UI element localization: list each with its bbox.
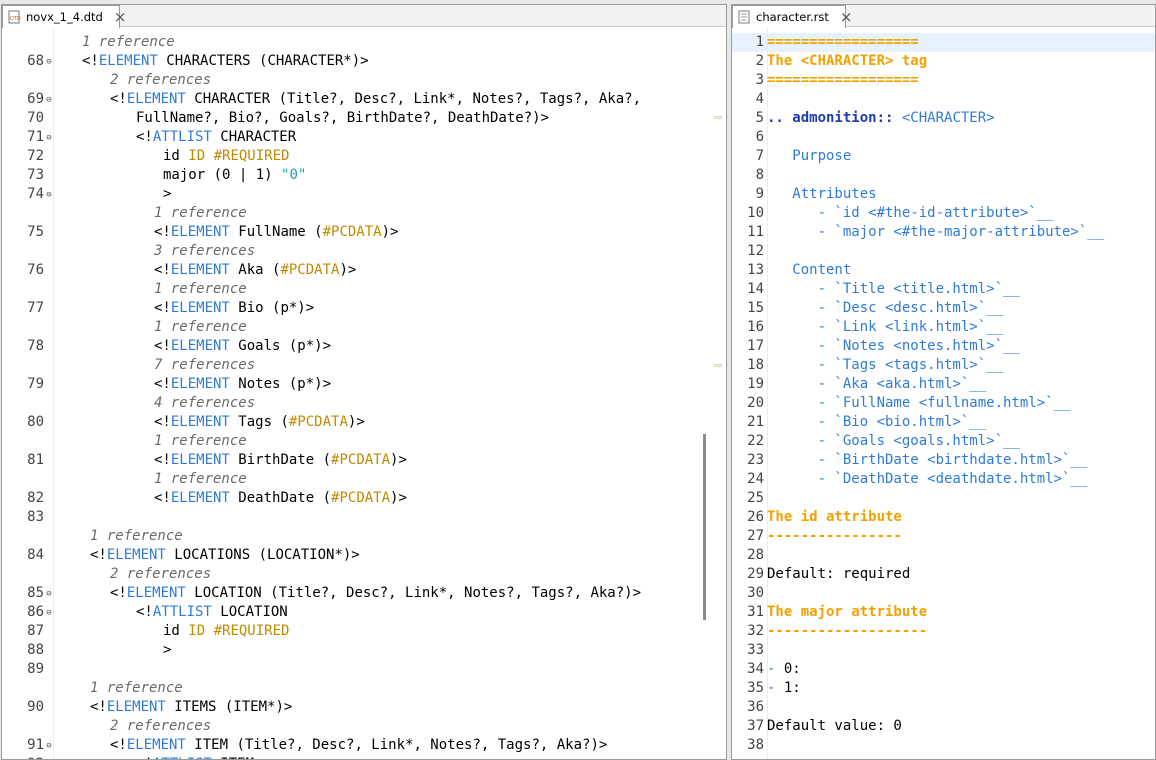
code-line: major (0 | 1) "0": [163, 167, 307, 183]
code-line: .. admonition:: <CHARACTER>: [767, 110, 995, 126]
code-line: - `major <#the-major-attribute>`__: [767, 224, 1105, 240]
right-tab-bar: character.rst ×: [732, 5, 1155, 28]
code-line: <!ATTLIST ITEM: [136, 755, 254, 759]
code-line: - `Aka <aka.html>`__: [767, 376, 987, 392]
code-line: - `Link <link.html>`__: [767, 319, 1004, 335]
code-line: <!ATTLIST LOCATION: [136, 604, 288, 620]
tab-character-rst[interactable]: character.rst ×: [732, 5, 852, 28]
code-line: <!ATTLIST CHARACTER: [136, 129, 297, 145]
code-line: 1 reference: [90, 528, 183, 544]
overview-ruler: [710, 28, 720, 759]
code-line: 1 reference: [154, 471, 247, 487]
dtd-editor[interactable]: 68 ⊖ 69 ⊖ 70 71 ⊖ 72 73 74 ⊖ 75 76 77 78 79 80 81 82 83 84 85…: [2, 28, 726, 759]
code-line: <!ELEMENT Goals (p*)>: [154, 338, 332, 354]
code-line: Default: required: [767, 566, 911, 582]
overview-ruler-mark[interactable]: [714, 364, 722, 367]
code-line: ==================: [767, 34, 919, 50]
code-line: - `Title <title.html>`__: [767, 281, 1020, 297]
code-line: - `Bio <bio.html>`__: [767, 414, 987, 430]
code-line: - `Desc <desc.html>`__: [767, 300, 1004, 316]
code-line: 1 reference: [154, 433, 247, 449]
code-line: - `id <#the-id-attribute>`__: [767, 205, 1054, 221]
text-file-icon: [737, 10, 751, 24]
code-line: id ID #REQUIRED: [163, 623, 290, 639]
code-line: <!ELEMENT LOCATION (Title?, Desc?, Link*…: [110, 585, 642, 601]
close-icon[interactable]: ×: [840, 8, 853, 26]
code-line: <!ELEMENT ITEMS (ITEM*)>: [90, 699, 293, 715]
code-line: <!ELEMENT Aka (#PCDATA)>: [154, 262, 357, 278]
code-area[interactable]: ================== The <CHARACTER> tag ===…: [732, 28, 1155, 759]
code-line: 7 references: [154, 357, 256, 373]
code-line: ----------------: [767, 528, 902, 544]
tab-title: character.rst: [756, 10, 829, 24]
code-line: - 0:: [767, 661, 801, 677]
code-line: <!ELEMENT LOCATIONS (LOCATION*)>: [90, 547, 360, 563]
dtd-file-icon: DTD: [7, 10, 21, 24]
code-line: <!ELEMENT BirthDate (#PCDATA)>: [154, 452, 407, 468]
code-line: The <CHARACTER> tag: [767, 53, 928, 69]
code-line: - `DeathDate <deathdate.html>`__: [767, 471, 1088, 487]
code-line: 2 references: [110, 72, 212, 88]
right-editor-pane: character.rst × 1 2 3 4 5 6 7 8 9 10 11 12 13 14 15 16 1…: [731, 4, 1156, 760]
tab-novx-dtd[interactable]: DTD novx_1_4.dtd ×: [2, 5, 126, 28]
code-line: >: [163, 642, 172, 658]
overview-ruler-mark[interactable]: [714, 116, 722, 119]
code-line: Default value: 0: [767, 718, 902, 734]
code-line: - 1:: [767, 680, 801, 696]
code-line: <!ELEMENT Notes (p*)>: [154, 376, 332, 392]
code-line: <!ELEMENT ITEM (Title?, Desc?, Link*, No…: [110, 737, 608, 753]
code-line: id ID #REQUIRED: [163, 148, 290, 164]
code-line: Content: [767, 262, 852, 278]
left-editor-pane: DTD novx_1_4.dtd × 68 ⊖ 69 ⊖ 70 71 ⊖ 72 73 74 ⊖ 75 7…: [1, 4, 727, 760]
code-line: - `Notes <notes.html>`__: [767, 338, 1020, 354]
code-line: - `FullName <fullname.html>`__: [767, 395, 1071, 411]
code-line: >: [163, 186, 172, 202]
code-line: The major attribute: [767, 604, 928, 620]
code-line: <!ELEMENT Bio (p*)>: [154, 300, 315, 316]
code-line: The id attribute: [767, 509, 902, 525]
code-line: <!ELEMENT Tags (#PCDATA)>: [154, 414, 365, 430]
code-line: FullName?, Bio?, Goals?, BirthDate?, Dea…: [136, 110, 550, 126]
vertical-scrollbar-thumb[interactable]: [703, 434, 706, 620]
left-tab-bar: DTD novx_1_4.dtd ×: [2, 5, 726, 28]
code-line: - `Tags <tags.html>`__: [767, 357, 1004, 373]
code-line: <!ELEMENT CHARACTER (Title?, Desc?, Link…: [110, 91, 642, 107]
code-line: Purpose: [767, 148, 852, 164]
code-line: Attributes: [767, 186, 877, 202]
svg-text:DTD: DTD: [10, 16, 21, 22]
code-line: 1 reference: [154, 319, 247, 335]
code-line: ==================: [767, 72, 919, 88]
code-line: <!ELEMENT CHARACTERS (CHARACTER*)>: [82, 53, 369, 69]
code-line: <!ELEMENT DeathDate (#PCDATA)>: [154, 490, 407, 506]
code-line: 2 references: [110, 566, 212, 582]
code-line: 1 reference: [154, 281, 247, 297]
tab-title: novx_1_4.dtd: [26, 10, 103, 24]
code-line: - `BirthDate <birthdate.html>`__: [767, 452, 1088, 468]
close-icon[interactable]: ×: [114, 8, 127, 26]
code-line: <!ELEMENT FullName (#PCDATA)>: [154, 224, 399, 240]
rst-editor[interactable]: 1 2 3 4 5 6 7 8 9 10 11 12 13 14 15 16 17 18 19 20 21 22 23 24 2…: [732, 28, 1155, 759]
code-line: 2 references: [110, 718, 212, 734]
code-line: 1 reference: [82, 34, 175, 50]
code-line: 4 references: [154, 395, 256, 411]
code-line: -------------------: [767, 623, 928, 639]
code-line: 3 references: [154, 243, 256, 259]
code-line: 1 reference: [90, 680, 183, 696]
code-area[interactable]: 1 reference <!ELEMENT CHARACTERS (CHARACT…: [2, 28, 726, 759]
code-line: - `Goals <goals.html>`__: [767, 433, 1020, 449]
code-line: 1 reference: [154, 205, 247, 221]
